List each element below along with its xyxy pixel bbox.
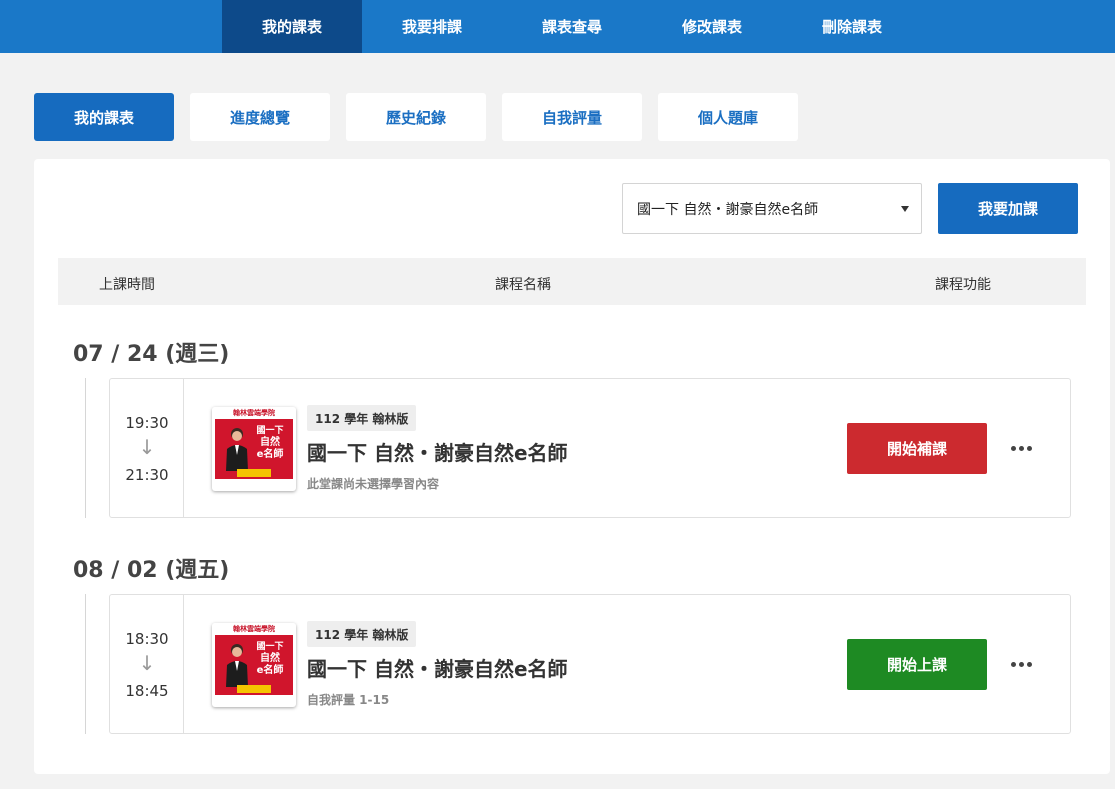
tab-history[interactable]: 歷史紀錄 bbox=[346, 93, 486, 141]
date-heading: 08 / 02 (週五) bbox=[73, 558, 230, 583]
header-course-name: 課程名稱 bbox=[495, 277, 551, 293]
timeline-line bbox=[85, 594, 86, 734]
course-select-value: 國一下 自然・謝豪自然e名師 bbox=[637, 201, 819, 218]
start-time: 18:30 bbox=[125, 630, 169, 648]
teacher-image bbox=[226, 644, 248, 687]
course-thumbnail: 翰林雲端學院 國一下 自然 e名師 bbox=[212, 623, 296, 707]
header-course-function: 課程功能 bbox=[935, 277, 991, 293]
thumbnail-title-line2: 自然 bbox=[260, 653, 280, 664]
start-class-button[interactable]: 開始上課 bbox=[847, 639, 987, 690]
tab-my-schedule[interactable]: 我的課表 bbox=[34, 93, 174, 141]
end-time: 18:45 bbox=[125, 682, 169, 700]
course-subtitle: 此堂課尚未選擇學習內容 bbox=[307, 477, 440, 491]
topnav-delete-schedule[interactable]: 刪除課表 bbox=[782, 0, 922, 53]
thumbnail-title-line2: 自然 bbox=[260, 437, 280, 448]
table-header: 上課時間 課程名稱 課程功能 bbox=[58, 258, 1086, 305]
course-title: 國一下 自然・謝豪自然e名師 bbox=[307, 441, 568, 465]
top-navigation: 我的課表 我要排課 課表查尋 修改課表 刪除課表 bbox=[0, 0, 1115, 53]
time-column: 18:30 ↓ 18:45 bbox=[110, 595, 184, 733]
arrow-down-icon: ↓ bbox=[138, 651, 156, 675]
course-thumbnail: 翰林雲端學院 國一下 自然 e名師 bbox=[212, 407, 296, 491]
thumbnail-title-line3: e名師 bbox=[256, 665, 284, 676]
more-options-icon[interactable] bbox=[1006, 651, 1036, 677]
thumbnail-brand: 翰林雲端學院 bbox=[212, 623, 296, 635]
thumbnail-title-line1: 國一下 bbox=[256, 426, 284, 436]
topnav-my-schedule[interactable]: 我的課表 bbox=[222, 0, 362, 53]
arrow-down-icon: ↓ bbox=[138, 435, 156, 459]
course-select[interactable]: 國一下 自然・謝豪自然e名師 bbox=[622, 183, 922, 234]
course-year-badge: 112 學年 翰林版 bbox=[307, 621, 417, 647]
chevron-down-icon bbox=[901, 206, 909, 212]
add-course-button[interactable]: 我要加課 bbox=[938, 183, 1078, 234]
header-time: 上課時間 bbox=[99, 277, 155, 293]
end-time: 21:30 bbox=[125, 466, 169, 484]
course-session: 19:30 ↓ 21:30 翰林雲端學院 國一下 自然 e名師 112 學年 翰… bbox=[109, 378, 1071, 518]
topnav-edit-schedule[interactable]: 修改課表 bbox=[642, 0, 782, 53]
more-options-icon[interactable] bbox=[1006, 435, 1036, 461]
time-column: 19:30 ↓ 21:30 bbox=[110, 379, 184, 517]
timeline-line bbox=[85, 378, 86, 518]
tab-self-assessment[interactable]: 自我評量 bbox=[502, 93, 642, 141]
thumbnail-title-line3: e名師 bbox=[256, 449, 284, 460]
start-makeup-button[interactable]: 開始補課 bbox=[847, 423, 987, 474]
date-heading: 07 / 24 (週三) bbox=[73, 342, 230, 367]
course-year-badge: 112 學年 翰林版 bbox=[307, 405, 417, 431]
thumbnail-title-line1: 國一下 bbox=[256, 642, 284, 652]
thumbnail-brand: 翰林雲端學院 bbox=[212, 407, 296, 419]
tab-question-bank[interactable]: 個人題庫 bbox=[658, 93, 798, 141]
teacher-image bbox=[226, 428, 248, 471]
topnav-schedule-course[interactable]: 我要排課 bbox=[362, 0, 502, 53]
course-subtitle: 自我評量 1-15 bbox=[307, 693, 390, 707]
topnav-search-schedule[interactable]: 課表查尋 bbox=[502, 0, 642, 53]
tab-progress-overview[interactable]: 進度總覽 bbox=[190, 93, 330, 141]
course-session: 18:30 ↓ 18:45 翰林雲端學院 國一下 自然 e名師 112 學年 翰… bbox=[109, 594, 1071, 734]
course-title: 國一下 自然・謝豪自然e名師 bbox=[307, 657, 568, 681]
start-time: 19:30 bbox=[125, 414, 169, 432]
